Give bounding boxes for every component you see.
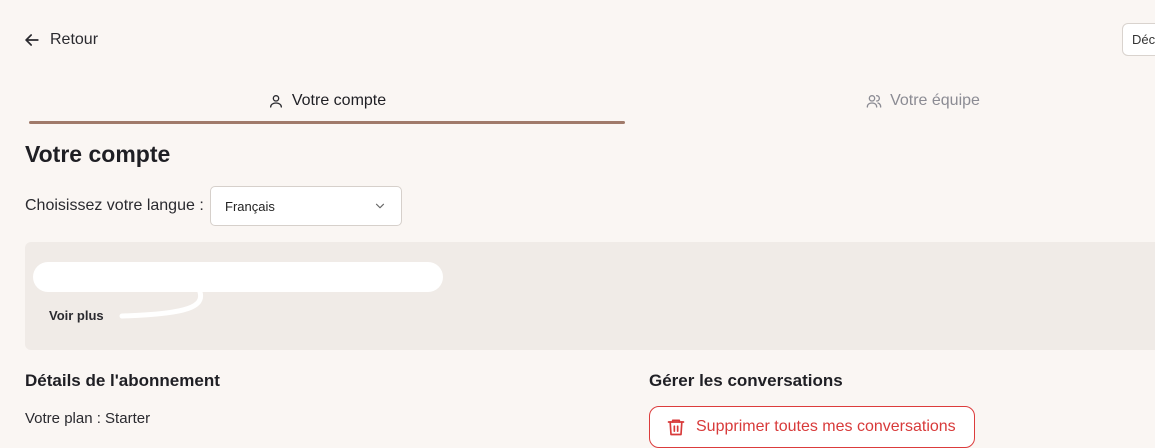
active-tab-indicator xyxy=(29,121,625,124)
page-title: Votre compte xyxy=(25,141,171,167)
tab-label: Votre compte xyxy=(291,92,387,109)
tab-label: Votre équipe xyxy=(890,92,980,109)
top-right-button[interactable]: Déc xyxy=(1122,23,1155,56)
delete-conversations-button[interactable]: Supprimer toutes mes conversations xyxy=(649,406,975,448)
subscription-title: Détails de l'abonnement xyxy=(25,371,220,390)
back-link[interactable]: Retour xyxy=(22,28,98,52)
arrow-left-icon xyxy=(25,34,39,46)
tab-votre-equipe[interactable]: Votre équipe xyxy=(625,80,1155,122)
tab-votre-compte[interactable]: Votre compte xyxy=(29,80,625,122)
language-value: Français xyxy=(225,198,275,214)
redacted-text xyxy=(33,262,443,292)
info-panel: Voir plus xyxy=(25,242,1155,350)
chevron-down-icon xyxy=(375,203,385,209)
tab-bar: Votre compte Votre équipe xyxy=(29,80,1155,124)
plan-text: Votre plan : Starter xyxy=(25,410,151,427)
users-icon xyxy=(866,95,882,108)
conversations-title: Gérer les conversations xyxy=(649,371,843,390)
user-icon xyxy=(269,95,282,108)
delete-conversations-label: Supprimer toutes mes conversations xyxy=(696,418,956,435)
trash-icon xyxy=(667,419,685,436)
language-select[interactable]: Français xyxy=(210,186,402,226)
redaction-stroke xyxy=(119,289,204,319)
language-label: Choisissez votre langue : xyxy=(25,197,204,214)
see-more-link[interactable]: Voir plus xyxy=(49,308,104,323)
back-label: Retour xyxy=(50,31,99,48)
top-right-button-label: Déc xyxy=(1132,32,1155,47)
